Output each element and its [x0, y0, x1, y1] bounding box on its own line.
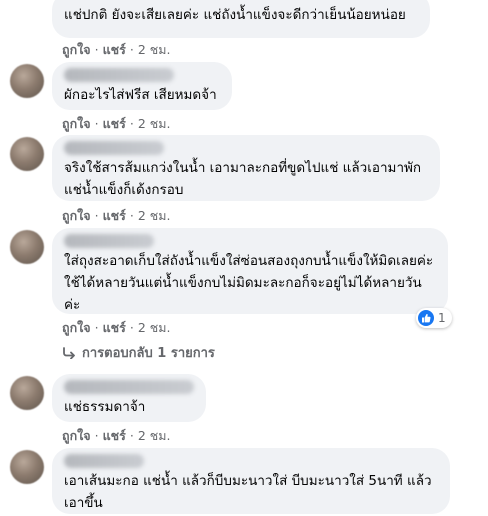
comment-text: จริงใช้สารส้มแกว่งในน้ำ เอามาละกอที่ขูดไ…	[64, 160, 422, 198]
share-link[interactable]: แชร์	[103, 206, 126, 226]
avatar[interactable]	[10, 376, 44, 410]
comment-actions: ถูกใจ · แชร์ · 2 ชม.	[62, 426, 170, 446]
timestamp[interactable]: 2 ชม.	[138, 40, 171, 60]
like-link[interactable]: ถูกใจ	[62, 426, 91, 446]
avatar[interactable]	[10, 64, 44, 98]
comment-text: แช่ปกติ ยังจะเสียเลยค่ะ แช่ถังน้ำแข็งจะด…	[64, 7, 406, 23]
timestamp[interactable]: 2 ชม.	[138, 426, 171, 446]
reaction-count: 1	[438, 311, 446, 325]
author-name-blurred[interactable]	[64, 234, 154, 248]
separator: ·	[129, 42, 134, 57]
like-link[interactable]: ถูกใจ	[62, 206, 91, 226]
like-link[interactable]: ถูกใจ	[62, 114, 91, 134]
separator: ·	[129, 116, 134, 131]
author-name-blurred[interactable]	[64, 454, 144, 468]
comment-actions: ถูกใจ · แชร์ · 2 ชม.	[62, 114, 170, 134]
like-link[interactable]: ถูกใจ	[62, 40, 91, 60]
timestamp[interactable]: 2 ชม.	[138, 318, 171, 338]
comment-text: เอาเส้นมะกอ แช่น้ำ แล้วก็บีบมะนาวใส่ บีบ…	[64, 473, 432, 511]
share-link[interactable]: แชร์	[103, 426, 126, 446]
reply-arrow-icon	[63, 346, 75, 359]
separator: ·	[94, 208, 99, 223]
comment-bubble: แช่ธรรมดาจ้า	[52, 374, 206, 422]
comment-text: ใส่ถุงสะอาดเก็บใส่ถังน้ำแข็งใส่ซ่อนสองถุ…	[64, 253, 434, 313]
share-link[interactable]: แชร์	[103, 114, 126, 134]
avatar[interactable]	[10, 450, 44, 484]
comment-text: ผักอะไรไส่ฟรีส เสียหมดจ้า	[64, 87, 217, 103]
reaction-badge[interactable]: 1	[416, 308, 452, 328]
view-replies-label: การตอบกลับ 1 รายการ	[82, 346, 215, 361]
separator: ·	[94, 42, 99, 57]
comment-bubble: จริงใช้สารส้มแกว่งในน้ำ เอามาละกอที่ขูดไ…	[52, 135, 440, 201]
comment-actions: ถูกใจ · แชร์ · 2 ชม.	[62, 206, 170, 226]
timestamp[interactable]: 2 ชม.	[138, 114, 171, 134]
comment-bubble: เอาเส้นมะกอ แช่น้ำ แล้วก็บีบมะนาวใส่ บีบ…	[52, 448, 450, 514]
separator: ·	[129, 208, 134, 223]
author-name-blurred[interactable]	[64, 68, 174, 82]
share-link[interactable]: แชร์	[103, 40, 126, 60]
avatar[interactable]	[10, 137, 44, 171]
separator: ·	[94, 428, 99, 443]
separator: ·	[129, 320, 134, 335]
share-link[interactable]: แชร์	[103, 318, 126, 338]
timestamp[interactable]: 2 ชม.	[138, 206, 171, 226]
comment-actions: ถูกใจ · แชร์ · 2 ชม.	[62, 318, 170, 338]
separator: ·	[94, 116, 99, 131]
like-link[interactable]: ถูกใจ	[62, 318, 91, 338]
separator: ·	[129, 428, 134, 443]
thumbs-up-icon	[418, 310, 434, 326]
comment-text: แช่ธรรมดาจ้า	[64, 399, 146, 415]
view-replies-link[interactable]: การตอบกลับ 1 รายการ	[62, 342, 215, 363]
comment-bubble: ผักอะไรไส่ฟรีส เสียหมดจ้า	[52, 62, 232, 110]
author-name-blurred[interactable]	[64, 380, 194, 394]
comment-bubble: ใส่ถุงสะอาดเก็บใส่ถังน้ำแข็งใส่ซ่อนสองถุ…	[52, 228, 448, 314]
comment-bubble: แช่ปกติ ยังจะเสียเลยค่ะ แช่ถังน้ำแข็งจะด…	[52, 0, 430, 38]
avatar[interactable]	[10, 230, 44, 264]
author-name-blurred[interactable]	[64, 141, 164, 155]
comment-actions: ถูกใจ · แชร์ · 2 ชม.	[62, 40, 170, 60]
separator: ·	[94, 320, 99, 335]
